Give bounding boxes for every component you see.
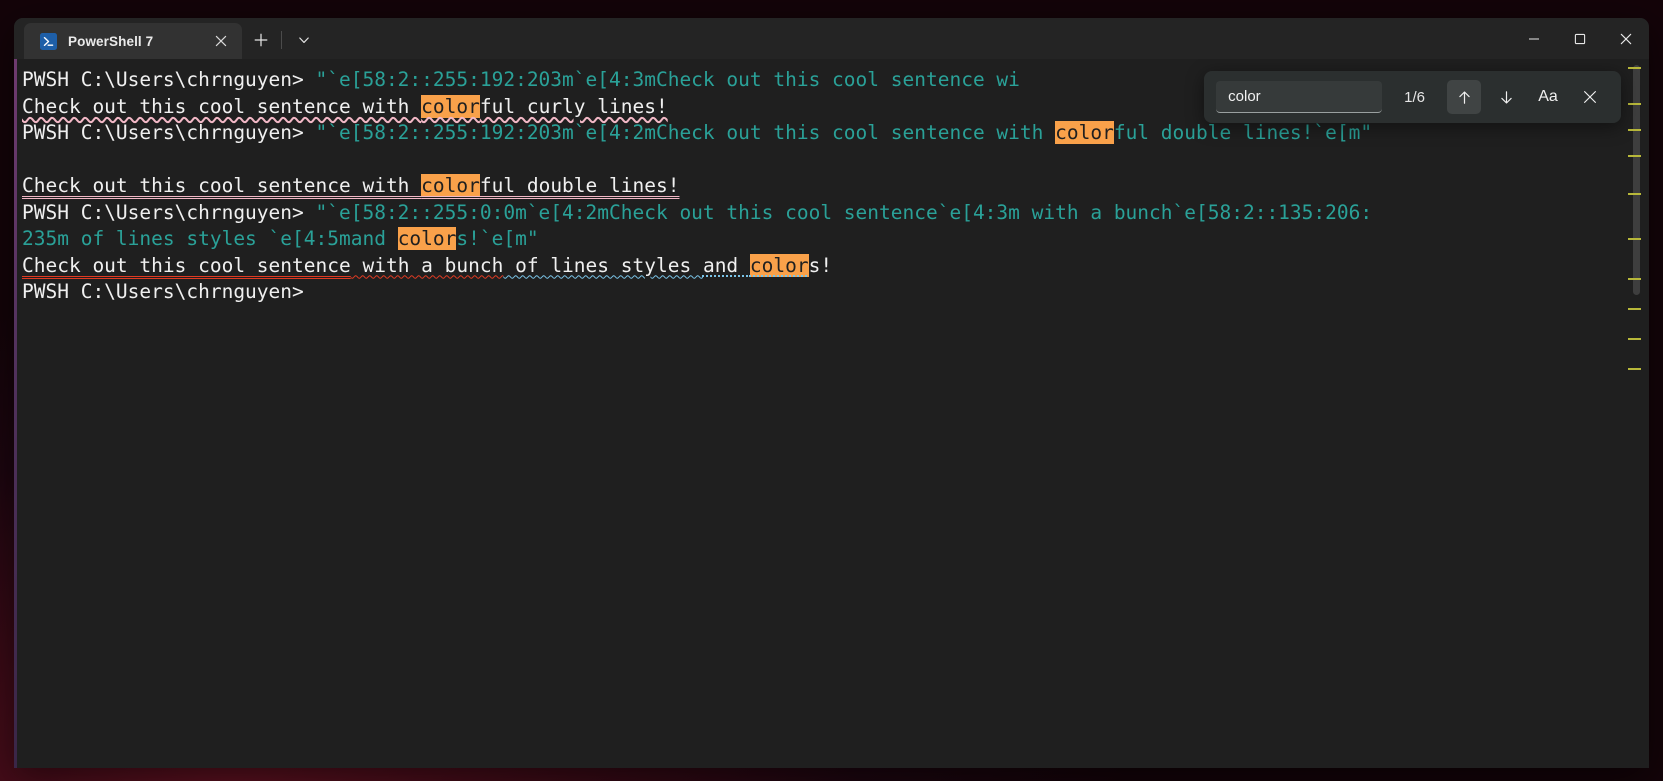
scrollbar-search-mark (1628, 129, 1641, 131)
tab-powershell-7[interactable]: PowerShell 7 (24, 23, 242, 59)
search-match-highlight: color (397, 227, 457, 250)
console-text-span: PWSH C:\Users\chrnguyen> (22, 200, 316, 224)
close-find-button[interactable] (1573, 80, 1607, 114)
close-window-button[interactable] (1603, 18, 1649, 59)
find-previous-button[interactable] (1447, 80, 1481, 114)
console-text-span: and (702, 253, 750, 277)
scrollbar-search-mark (1628, 308, 1641, 310)
scrollbar-search-mark (1628, 193, 1641, 195)
line-8-output-mixed: Check out this cool sentence with a bunc… (22, 253, 1619, 280)
tab-strip: PowerShell 7 (14, 18, 321, 59)
console-text-span: ful curly lines! (479, 94, 668, 118)
tab-close-icon[interactable] (208, 28, 234, 54)
scrollbar-search-mark (1628, 338, 1641, 340)
console-text-span: PWSH C:\Users\chrnguyen> (22, 68, 316, 91)
console-text-span: Check out this cool sentence with (22, 94, 422, 118)
scrollbar-search-mark (1628, 155, 1641, 157)
match-count-label: 1/6 (1404, 88, 1425, 106)
left-edge-accent (14, 59, 17, 768)
scrollbar-search-mark (1628, 67, 1641, 69)
terminal-body[interactable]: PWSH C:\Users\chrnguyen> "`e[58:2::255:1… (14, 59, 1649, 768)
console-text-span: of lines styles (503, 253, 703, 277)
find-bar[interactable]: 1/6 Aa (1204, 71, 1621, 123)
console-text-span: Check out this cool sentence (22, 253, 351, 277)
powershell-icon (40, 32, 57, 50)
line-5-output-double: Check out this cool sentence with colorf… (22, 173, 1619, 200)
chevron-down-icon[interactable] (287, 23, 321, 57)
console-text-span: s! (808, 253, 833, 277)
match-case-label: Aa (1538, 88, 1558, 105)
search-match-highlight: color (1055, 121, 1114, 144)
console-text-span: "`e[58:2::255:0:0m`e[4:2mCheck out this … (315, 200, 1373, 224)
scrollbar-search-mark (1628, 238, 1641, 240)
scrollbar-search-mark (1628, 278, 1641, 280)
console-text-span: ful double lines!`e[m" (1113, 121, 1373, 144)
search-match-highlight: color (421, 94, 480, 118)
find-input-wrapper[interactable] (1216, 81, 1383, 113)
console-text-span: Check out this cool sentence with (22, 174, 422, 197)
console-text-span: 235m of lines styles `e[4:5mand (22, 227, 398, 250)
scrollbar-column[interactable] (1625, 63, 1643, 764)
find-next-button[interactable] (1489, 80, 1523, 114)
minimize-button[interactable] (1511, 18, 1557, 59)
title-bar: PowerShell 7 (14, 18, 1649, 59)
scrollbar-thumb[interactable] (1633, 65, 1640, 295)
console-text-span: with a bunch (350, 253, 504, 277)
console-text-span: "`e[58:2::255:192:203m`e[4:2mCheck out t… (315, 121, 1056, 144)
console-text-span: "`e[58:2::255:192:203m`e[4:3mCheck out t… (315, 68, 1020, 91)
maximize-button[interactable] (1557, 18, 1603, 59)
line-3-command: PWSH C:\Users\chrnguyen> "`e[58:2::255:1… (22, 120, 1619, 147)
search-input[interactable] (1226, 87, 1373, 106)
new-tab-button[interactable] (244, 23, 278, 57)
line-9-prompt: PWSH C:\Users\chrnguyen> (22, 279, 1619, 306)
scrollbar-search-mark (1628, 103, 1641, 105)
windows-terminal-window: PowerShell 7 PWSH C:\Users\chrnguyen> "`… (14, 18, 1649, 768)
console-text-span: PWSH C:\Users\chrnguyen> (22, 121, 316, 144)
search-match-highlight: color (749, 253, 809, 277)
tab-title: PowerShell 7 (68, 33, 154, 49)
line-4-blank (22, 147, 1619, 174)
caption-buttons (1511, 18, 1649, 59)
desktop-bottom-strip (0, 768, 1663, 781)
search-match-highlight: color (421, 174, 480, 197)
scrollbar-search-mark (1628, 368, 1641, 370)
match-case-button[interactable]: Aa (1531, 80, 1565, 114)
console-text-span: s!`e[m" (456, 227, 539, 250)
line-7-command-wrap: 235m of lines styles `e[4:5mand colors!`… (22, 226, 1619, 253)
console-text-span: PWSH C:\Users\chrnguyen> (22, 280, 316, 303)
desktop-background: PowerShell 7 PWSH C:\Users\chrnguyen> "`… (0, 0, 1663, 781)
tab-strip-divider (281, 31, 282, 49)
console-text-span: ful double lines! (479, 174, 680, 197)
line-6-command: PWSH C:\Users\chrnguyen> "`e[58:2::255:0… (22, 200, 1619, 227)
